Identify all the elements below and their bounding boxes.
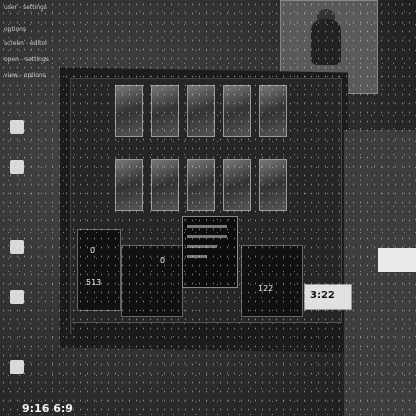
app-icon[interactable] (10, 160, 24, 174)
card[interactable] (151, 159, 179, 211)
overlay-line: user - settings (4, 4, 47, 11)
card[interactable] (187, 85, 215, 137)
tooltip-line (187, 245, 217, 248)
overlay-line: options (4, 26, 27, 33)
card[interactable] (115, 85, 143, 137)
tooltip-line (187, 255, 207, 258)
overlay-line: screen - editor (4, 40, 48, 47)
app-icon[interactable] (10, 290, 24, 304)
person-body (311, 19, 341, 65)
white-tab (378, 248, 416, 272)
card[interactable] (187, 159, 215, 211)
overlay-line: open - settings (4, 56, 49, 63)
stat-value: 513 (86, 278, 102, 287)
tooltip-line (187, 235, 227, 238)
info-box (77, 229, 121, 311)
tooltip (182, 216, 238, 288)
card[interactable] (259, 159, 287, 211)
stat-value: 0 (90, 246, 96, 255)
card[interactable] (151, 85, 179, 137)
info-box (121, 245, 183, 317)
left-dock (0, 90, 60, 416)
card[interactable] (115, 159, 143, 211)
app-icon[interactable] (10, 240, 24, 254)
tooltip-line (187, 225, 227, 228)
info-box (241, 245, 303, 317)
stat-value: 122 (258, 284, 274, 293)
card[interactable] (223, 159, 251, 211)
card[interactable] (259, 85, 287, 137)
app-icon[interactable] (10, 120, 24, 134)
score-text: 3:22 (310, 290, 335, 301)
stat-value: 0 (160, 256, 166, 265)
bottom-label: 9:16 6:9 (22, 402, 73, 415)
panel-bottom-bar (72, 322, 342, 341)
card[interactable] (223, 85, 251, 137)
overlay-line: view - options (4, 72, 46, 79)
game-panel (70, 78, 342, 334)
right-panel (344, 130, 416, 416)
app-icon[interactable] (10, 360, 24, 374)
